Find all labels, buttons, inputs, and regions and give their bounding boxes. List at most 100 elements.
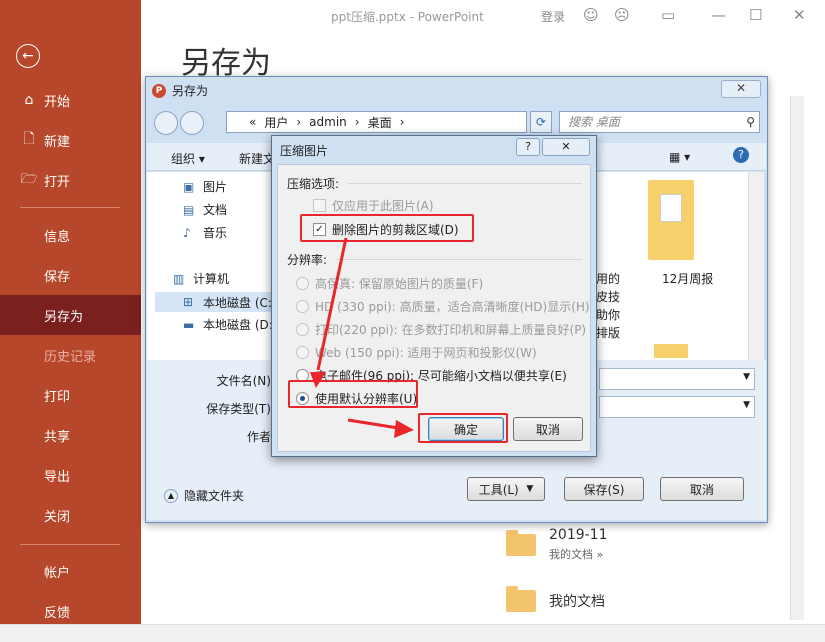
breadcrumb-desktop[interactable]: 桌面 — [368, 114, 392, 131]
folder-icon — [506, 586, 536, 612]
highlight-ok-button — [418, 413, 508, 443]
nav-item-documents[interactable]: ▤ 文档 — [183, 201, 227, 218]
filetype-label: 保存类型(T): — [206, 402, 275, 416]
recent-item-name[interactable]: 我的文档 — [549, 591, 605, 611]
sidebar-item-new[interactable]: 🗋 新建 — [0, 120, 141, 160]
radio-button — [296, 346, 309, 359]
windows-drive-icon: ⊞ — [183, 295, 194, 309]
res-option-hd[interactable]: HD (330 ppi): 高质量，适合高清晰度(HD)显示(H) — [296, 298, 590, 315]
file-name-partial: 排版 — [596, 326, 621, 340]
forward-nav-button[interactable] — [180, 111, 204, 135]
search-icon: ⚲ — [746, 115, 755, 129]
view-options-icon[interactable]: ▦ ▾ — [669, 150, 690, 164]
sidebar-item-print[interactable]: 打印 — [0, 375, 141, 415]
res-option-web[interactable]: Web (150 ppi): 适用于网页和投影仪(W) — [296, 344, 537, 361]
powerpoint-icon: P — [152, 83, 166, 98]
nav-item-pictures[interactable]: ▣ 图片 — [183, 178, 227, 195]
folder-icon — [506, 530, 536, 556]
music-icon: ♪ — [183, 225, 191, 240]
back-nav-button[interactable] — [154, 111, 178, 135]
cancel-button[interactable]: 取消 — [513, 417, 583, 441]
highlight-delete-crop — [300, 214, 474, 242]
filetype-select[interactable]: ▼ — [599, 396, 755, 418]
radio-button — [296, 277, 309, 290]
nav-item-disk-c[interactable]: ⊞ 本地磁盘 (C: — [155, 292, 279, 312]
computer-icon: ▥ — [173, 271, 185, 286]
chevron-down-icon: ▼ — [743, 372, 750, 382]
sidebar-item-open[interactable]: 🗁 打开 — [0, 160, 141, 200]
recent-item-name[interactable]: 2019-11 — [549, 527, 608, 543]
cancel-save-button[interactable]: 取消 — [660, 477, 744, 501]
checkbox-unchecked — [313, 199, 326, 212]
close-dialog-button[interactable]: ✕ — [542, 138, 590, 156]
sidebar-divider — [20, 544, 120, 545]
radio-button — [296, 323, 309, 336]
compress-pictures-dialog: 压缩图片 ? ✕ 压缩选项: 仅应用于此图片(A) ✓ 删除图片的剪裁区域(D) … — [271, 135, 597, 457]
title-bar: ppt压缩.pptx - PowerPoint 登录 ☺ ☹ ▭ — ☐ ✕ — [141, 0, 825, 32]
back-arrow-icon[interactable]: ← — [16, 44, 40, 68]
compress-dialog-body: 压缩选项: 仅应用于此图片(A) ✓ 删除图片的剪裁区域(D) 分辨率: 高保真:… — [277, 164, 591, 452]
section-resolution: 分辨率: — [287, 253, 328, 267]
vertical-scrollbar[interactable] — [790, 96, 804, 620]
folder-icon[interactable] — [648, 180, 694, 260]
file-name[interactable]: 12月周报 — [662, 270, 713, 287]
sidebar-item-export[interactable]: 导出 — [0, 455, 141, 495]
organize-button[interactable]: 组织 ▾ — [171, 150, 205, 167]
file-name-partial: 用的 — [596, 272, 621, 286]
search-input[interactable]: 搜索 桌面 ⚲ — [559, 111, 760, 133]
sidebar-item-close[interactable]: 关闭 — [0, 495, 141, 535]
sidebar-item-save[interactable]: 保存 — [0, 255, 141, 295]
home-icon: ⌂ — [24, 92, 34, 108]
help-icon[interactable]: ? — [733, 147, 749, 163]
smile-icon[interactable]: ☺ — [583, 6, 599, 24]
filename-label: 文件名(N): — [216, 374, 275, 388]
maximize-icon[interactable]: ☐ — [749, 6, 762, 24]
res-option-print[interactable]: 打印(220 ppi): 在多数打印机和屏幕上质量良好(P) — [296, 321, 586, 338]
highlight-default-resolution — [288, 380, 418, 408]
chevron-down-icon: ▼ — [526, 484, 534, 494]
help-icon[interactable]: ? — [516, 138, 540, 156]
new-doc-icon: 🗋 — [23, 131, 35, 147]
sidebar-item-share[interactable]: 共享 — [0, 415, 141, 455]
tools-button[interactable]: 工具(L) ▼ — [467, 477, 545, 501]
sidebar-item-account[interactable]: 帐户 — [0, 551, 141, 591]
section-divider — [336, 259, 582, 260]
sidebar-item-history[interactable]: 历史记录 — [0, 335, 141, 375]
file-list-scrollbar[interactable] — [748, 172, 764, 360]
save-button[interactable]: 保存(S) — [564, 477, 644, 501]
breadcrumb-users[interactable]: 用户 — [264, 114, 288, 131]
section-compression-options: 压缩选项: — [287, 177, 340, 191]
folder-icon[interactable] — [654, 344, 688, 358]
frown-icon[interactable]: ☹ — [614, 6, 630, 24]
sidebar-item-home[interactable]: ⌂ 开始 — [0, 80, 141, 120]
close-window-icon[interactable]: ✕ — [793, 6, 806, 24]
nav-item-computer[interactable]: ▥ 计算机 — [173, 270, 229, 287]
dialog-title: 另存为 — [172, 84, 209, 98]
minimize-icon[interactable]: — — [711, 6, 726, 24]
sidebar-item-save-as[interactable]: 另存为 — [0, 295, 141, 335]
nav-item-music[interactable]: ♪ 音乐 — [183, 224, 227, 241]
collapse-icon: ▲ — [164, 488, 178, 503]
ribbon-display-icon[interactable]: ▭ — [661, 6, 675, 24]
file-name-partial: 助你 — [596, 308, 621, 322]
file-list: 12月周报 用的 皮技 助你 排版 — [596, 172, 748, 360]
filename-input[interactable]: ▼ — [599, 368, 755, 390]
address-bar[interactable]: « 用户 › admin › 桌面 › — [226, 111, 527, 133]
new-folder-button[interactable]: 新建文 — [239, 150, 275, 167]
nav-buttons — [154, 111, 204, 135]
apply-only-checkbox[interactable]: 仅应用于此图片(A) — [313, 197, 434, 214]
nav-item-disk-d[interactable]: ▬ 本地磁盘 (D: — [183, 316, 273, 333]
horizontal-scrollbar[interactable] — [0, 624, 825, 642]
hide-folders-toggle[interactable]: ▲ 隐藏文件夹 — [164, 487, 244, 504]
folder-open-icon: 🗁 — [20, 171, 38, 187]
refresh-icon[interactable]: ⟳ — [530, 111, 552, 133]
sidebar-divider — [20, 207, 120, 208]
document-thumbnail — [660, 194, 682, 222]
login-link[interactable]: 登录 — [541, 8, 565, 25]
res-option-high-fidelity[interactable]: 高保真: 保留原始图片的质量(F) — [296, 275, 483, 292]
breadcrumb-admin[interactable]: admin — [309, 115, 347, 129]
close-dialog-button[interactable]: ✕ — [721, 80, 761, 98]
sidebar-item-info[interactable]: 信息 — [0, 215, 141, 255]
file-name-partial: 皮技 — [596, 290, 621, 304]
compress-dialog-title: 压缩图片 — [280, 144, 329, 158]
